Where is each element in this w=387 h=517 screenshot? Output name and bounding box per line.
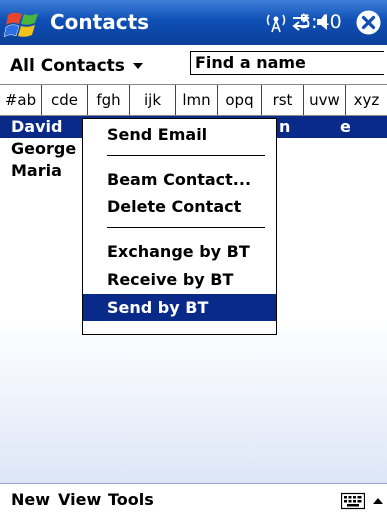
tab-lmn[interactable]: lmn xyxy=(176,85,218,115)
menu-receive-bt[interactable]: Receive by BT xyxy=(83,266,276,293)
menu-item-label: Send Email xyxy=(107,125,208,144)
tab-fgh[interactable]: fgh xyxy=(88,85,130,115)
context-menu: Send Email Beam Contact... Delete Contac… xyxy=(82,118,277,335)
clock-time[interactable]: 5:40 xyxy=(299,11,342,33)
contact-name: David xyxy=(11,117,63,136)
sip-arrow-up-icon[interactable] xyxy=(371,493,385,509)
menu-item-label: Receive by BT xyxy=(107,270,234,289)
menu-separator xyxy=(107,227,265,228)
menu-send-email[interactable]: Send Email xyxy=(83,121,276,148)
tab-ijk[interactable]: ijk xyxy=(130,85,176,115)
filter-toolbar: All Contacts xyxy=(0,45,387,83)
category-dropdown[interactable]: All Contacts xyxy=(10,56,143,76)
menu-item-label: Send by BT xyxy=(107,298,209,317)
menu-delete-contact[interactable]: Delete Contact xyxy=(83,193,276,220)
chevron-down-icon xyxy=(132,63,143,69)
close-icon[interactable] xyxy=(355,9,382,36)
tab-rst[interactable]: rst xyxy=(262,85,304,115)
app-title: Contacts xyxy=(50,10,150,34)
menu-separator xyxy=(107,155,265,156)
antenna-icon[interactable] xyxy=(266,11,286,33)
menu-item-label: Delete Contact xyxy=(107,197,242,216)
contact-detail-fragment: n xyxy=(279,117,291,136)
find-name-input[interactable] xyxy=(190,51,384,75)
tab-ab[interactable]: #ab xyxy=(0,85,42,115)
tab-uvw[interactable]: uvw xyxy=(304,85,346,115)
menu-tools[interactable]: Tools xyxy=(108,490,154,509)
menu-beam-contact[interactable]: Beam Contact... xyxy=(83,166,276,193)
title-bar: Contacts 5:40 xyxy=(0,0,387,45)
contact-detail-fragment: e xyxy=(340,117,351,136)
menu-item-label: Beam Contact... xyxy=(107,170,252,189)
keyboard-icon[interactable] xyxy=(341,491,365,511)
category-label: All Contacts xyxy=(10,56,125,76)
contact-name: Maria xyxy=(11,161,62,180)
menu-item-label: Exchange by BT xyxy=(107,242,250,261)
menu-view[interactable]: View xyxy=(58,490,101,509)
contact-name: George xyxy=(11,139,77,158)
alphabet-tabs: #ab cde fgh ijk lmn opq rst uvw xyz xyxy=(0,84,387,116)
tab-cde[interactable]: cde xyxy=(42,85,88,115)
menu-exchange-bt[interactable]: Exchange by BT xyxy=(83,238,276,265)
tab-opq[interactable]: opq xyxy=(218,85,262,115)
menu-send-bt[interactable]: Send by BT xyxy=(83,294,276,321)
menu-bar: New View Tools xyxy=(0,483,387,517)
windows-start-icon[interactable] xyxy=(4,5,44,41)
menu-new[interactable]: New xyxy=(11,490,50,509)
tab-xyz[interactable]: xyz xyxy=(346,85,387,115)
